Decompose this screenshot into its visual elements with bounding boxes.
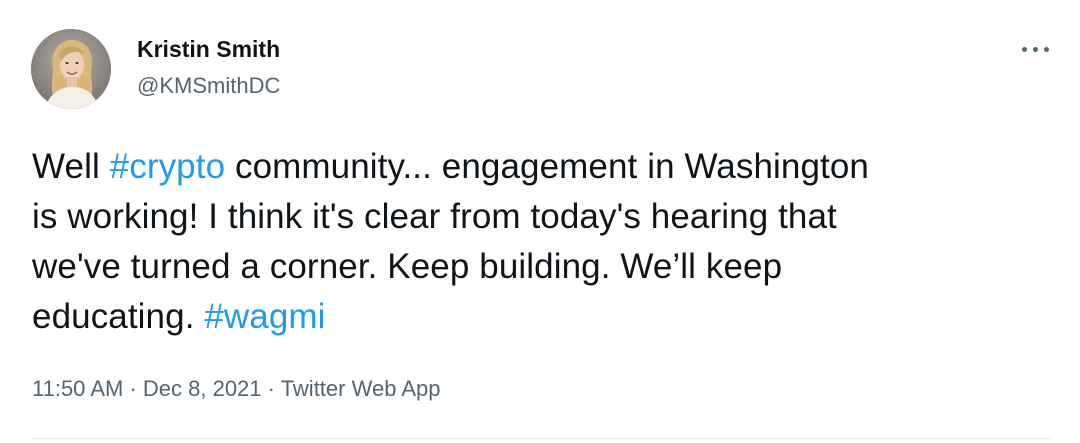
tweet-source-link[interactable]: Twitter Web App (281, 376, 441, 401)
tweet-line: educating. #wagmi (32, 292, 1052, 342)
tweet-date: Dec 8, 2021 (142, 376, 262, 401)
avatar[interactable] (31, 29, 111, 109)
author-handle[interactable]: @KMSmithDC (137, 72, 280, 100)
more-options-icon[interactable] (1018, 35, 1052, 63)
tweet-text-segment: educating. (32, 297, 205, 336)
tweet-time: 11:50 AM (32, 376, 124, 401)
tweet-line: we've turned a corner. Keep building. We… (32, 242, 1052, 292)
tweet-text-segment: is working! I think it's clear from toda… (32, 197, 837, 236)
tweet-text-segment: Well (32, 147, 110, 186)
tweet-text-segment: community... engagement in Washington (225, 147, 869, 186)
meta-separator: · (123, 376, 143, 401)
tweet-text: Well #crypto community... engagement in … (32, 142, 1052, 342)
tweet-line: is working! I think it's clear from toda… (32, 192, 1052, 242)
profile-photo-icon (31, 29, 111, 109)
tweet-time-link[interactable]: 11:50 AM · Dec 8, 2021 (32, 376, 262, 401)
tweet-meta: 11:50 AM · Dec 8, 2021 · Twitter Web App (32, 374, 440, 404)
divider (32, 438, 1052, 439)
hashtag-link[interactable]: #crypto (110, 147, 225, 186)
hashtag-link[interactable]: #wagmi (204, 297, 325, 336)
meta-separator: · (261, 376, 281, 401)
tweet-line: Well #crypto community... engagement in … (32, 142, 1052, 192)
tweet-text-segment: we've turned a corner. Keep building. We… (32, 247, 783, 286)
author-name[interactable]: Kristin Smith (137, 35, 280, 63)
tweet: Kristin Smith @KMSmithDC Well #crypto co… (0, 0, 1080, 443)
